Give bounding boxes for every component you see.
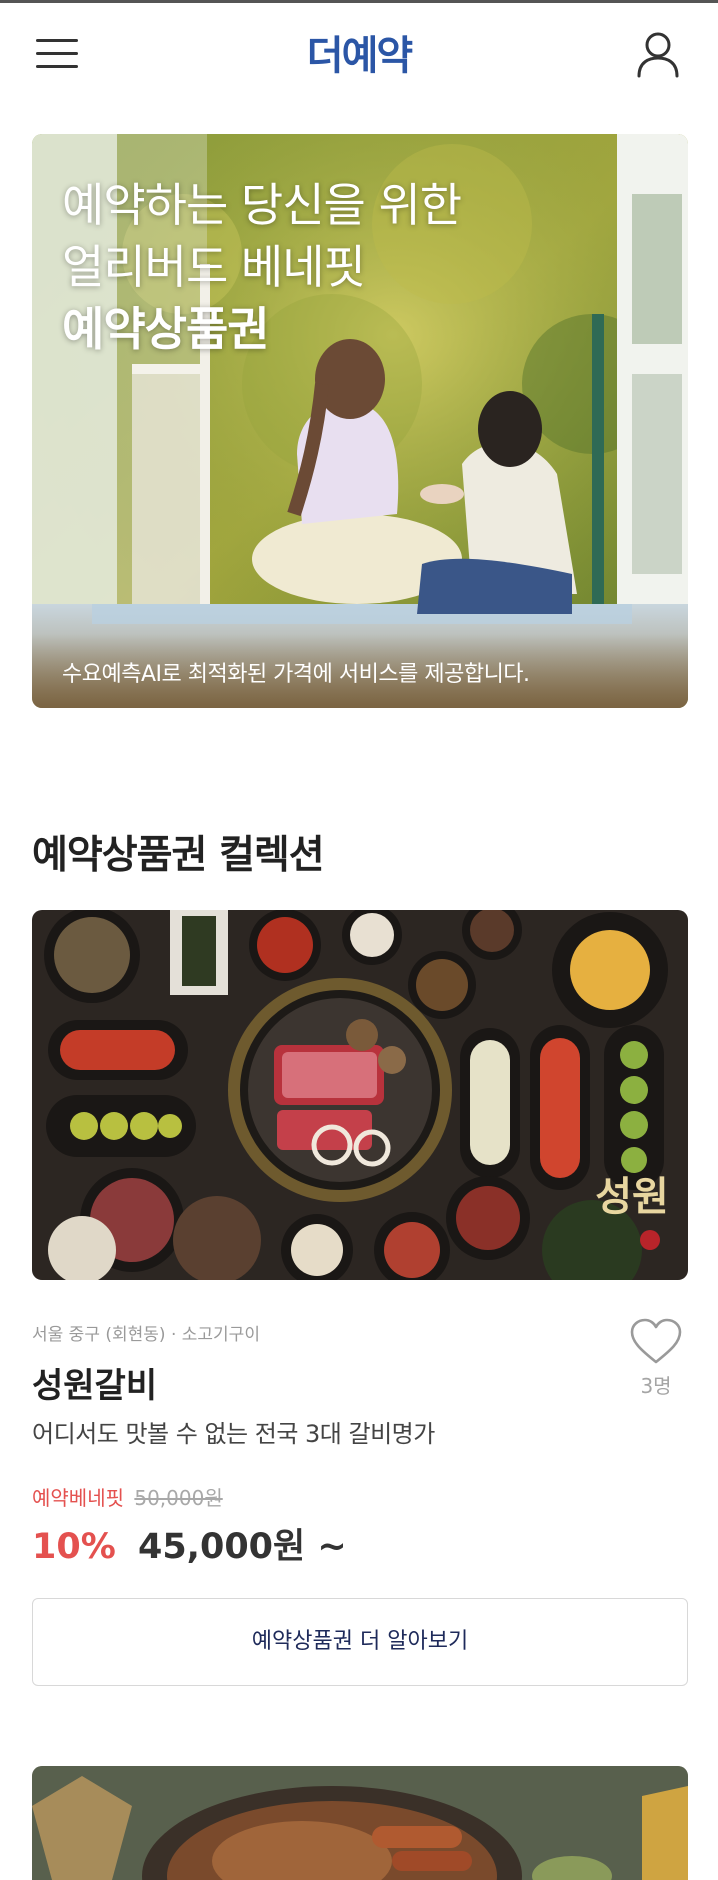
sale-price: 45,000원 ~ [137,1527,347,1567]
restaurant-photo[interactable]: 성원 [32,910,688,1280]
learn-more-button[interactable]: 예약상품권 더 알아보기 [32,1598,688,1686]
banner-title-line3: 예약상품권 [62,302,270,356]
restaurant-description: 어디서도 맛볼 수 없는 전국 3대 갈비명가 [32,1420,435,1448]
discount-rate: 10% [32,1527,116,1567]
like-button[interactable]: 3명 [624,1318,688,1399]
like-count: 3명 [640,1374,672,1398]
price-row: 10% 45,000원 ~ [32,1518,347,1569]
banner-title-line1: 예약하는 당신을 위한 [62,178,462,232]
promo-banner[interactable]: 예약하는 당신을 위한 얼리버드 베네핏 예약상품권 수요예측AI로 최적화된 … [32,134,688,708]
banner-caption: 수요예측AI로 최적화된 가격에 서비스를 제공합니다. [32,634,688,708]
app-header: 더예약 [0,3,718,103]
user-icon[interactable] [632,28,684,80]
restaurant-meta: 서울 중구 (회현동) · 소고기구이 [32,1325,260,1345]
banner-title-line2: 얼리버드 베네핏 [62,240,366,294]
restaurant-name[interactable]: 성원갈비 [32,1358,157,1407]
section-title: 예약상품권 컬렉션 [32,833,325,878]
benefit-row: 예약베네핏 50,000원 [32,1482,223,1511]
next-restaurant-photo[interactable] [32,1766,688,1880]
banner-title: 예약하는 당신을 위한 얼리버드 베네핏 예약상품권 [62,174,462,360]
benefit-label: 예약베네핏 [32,1486,124,1510]
heart-icon [630,1318,682,1364]
logo[interactable]: 더예약 [0,23,718,81]
original-price: 50,000원 [134,1486,223,1510]
brand-mark: 성원 [595,1173,669,1220]
